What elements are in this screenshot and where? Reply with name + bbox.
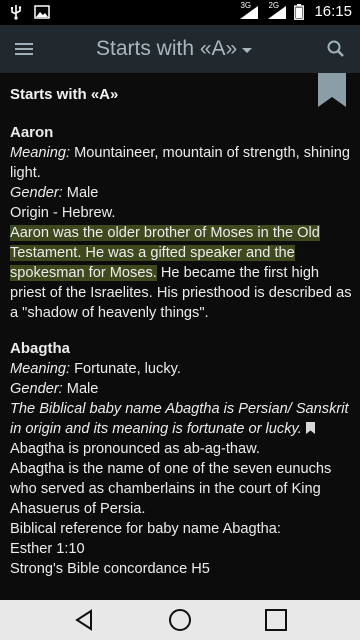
status-bar: 3G 2G 16:15 [0, 0, 360, 25]
app-toolbar: Starts with «A» [0, 25, 360, 73]
description: Aaron was the older brother of Moses in … [10, 223, 352, 323]
meaning-label: Meaning: [10, 145, 71, 161]
gender-value: Male [62, 381, 99, 397]
meaning-line: Meaning: Mountaineer, mountain of streng… [10, 143, 352, 183]
gender-line: Gender: Male [10, 183, 352, 203]
title-dropdown[interactable]: Starts with «A» [96, 35, 253, 63]
toolbar-title: Starts with «A» [96, 37, 238, 60]
usb-icon [8, 4, 24, 20]
signal-icon-1: 3G [238, 0, 260, 20]
home-icon[interactable] [168, 608, 192, 632]
gender-line: Gender: Male [10, 379, 352, 399]
dropdown-caret-icon [242, 48, 253, 53]
search-icon[interactable] [326, 39, 346, 59]
name-list: Aaron Meaning: Mountaineer, mountain of … [10, 123, 352, 595]
system-nav-bar [0, 600, 360, 640]
meaning-line: Meaning: Fortunate, lucky. [10, 359, 352, 379]
gender-value: Male [62, 185, 99, 201]
content-area[interactable]: Starts with «A» Aaron Meaning: Mountaine… [0, 73, 360, 605]
bookmark-icon[interactable] [318, 73, 346, 107]
reference: Esther 1:10 [10, 541, 85, 557]
bookmark-small-icon[interactable] [305, 420, 315, 434]
image-notification-icon [34, 4, 50, 20]
italic-note-text: The Biblical baby name Abagtha is Persia… [10, 401, 349, 437]
meaning-label: Meaning: [10, 361, 71, 377]
name-entry-abagtha[interactable]: Abagtha Meaning: Fortunate, lucky. Gende… [10, 339, 352, 579]
network-type-1: 3G [240, 0, 252, 10]
italic-note: The Biblical baby name Abagtha is Persia… [10, 399, 352, 439]
menu-icon[interactable] [12, 37, 36, 61]
battery-icon [294, 3, 305, 20]
description-text: Abagtha is the name of one of the seven … [10, 461, 332, 517]
pronunciation: Abagtha is pronounced as ab-ag-thaw. [10, 441, 260, 457]
clock: 16:15 [314, 3, 352, 20]
section-title: Starts with «A» [10, 86, 119, 103]
meaning-value: Fortunate, lucky. [70, 361, 181, 377]
recents-icon[interactable] [264, 608, 288, 632]
name-entry-aaron[interactable]: Aaron Meaning: Mountaineer, mountain of … [10, 123, 352, 323]
gender-label: Gender: [10, 381, 63, 397]
network-type-2: 2G [268, 0, 280, 10]
entry-name: Abagtha [10, 340, 70, 357]
concordance: Strong's Bible concordance H5 [10, 561, 210, 577]
signal-icon-2: 2G [266, 0, 288, 20]
origin-line: Origin - Hebrew. [10, 205, 116, 221]
reference-label: Biblical reference for baby name Abagtha… [10, 521, 281, 537]
back-icon[interactable] [72, 608, 96, 632]
gender-label: Gender: [10, 185, 63, 201]
entry-name: Aaron [10, 124, 54, 141]
